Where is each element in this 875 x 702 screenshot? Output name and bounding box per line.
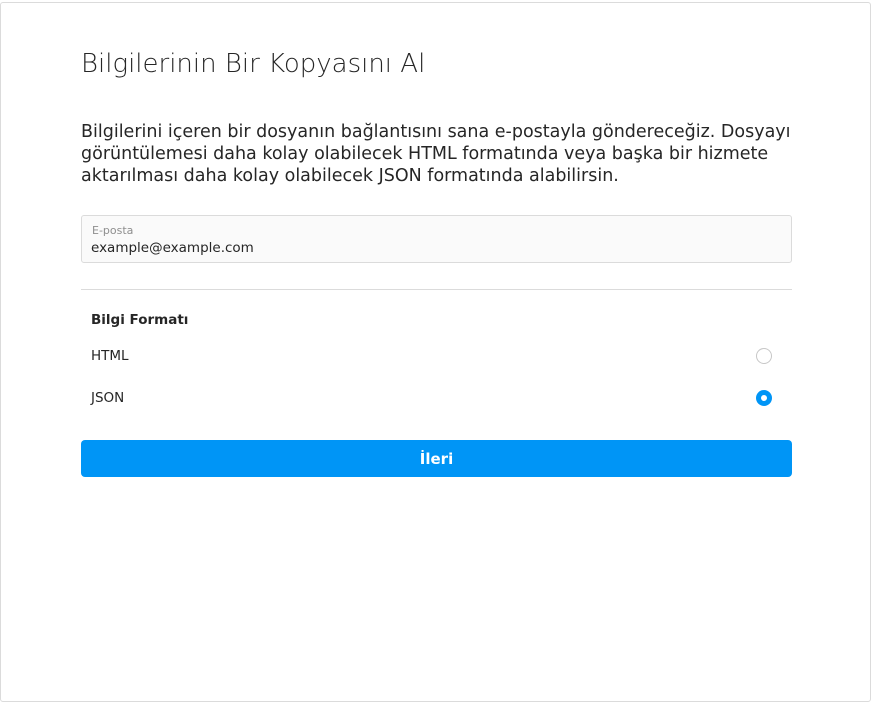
page-title: Bilgilerinin Bir Kopyasını Al: [81, 49, 426, 79]
email-field-label: E-posta: [92, 224, 134, 237]
radio-selected-icon[interactable]: [756, 390, 772, 406]
divider: [81, 289, 792, 290]
radio-unselected-icon[interactable]: [756, 348, 772, 364]
format-option-html[interactable]: HTML: [81, 338, 792, 374]
page-description: Bilgilerini içeren bir dosyanın bağlantı…: [81, 122, 791, 186]
format-option-label: JSON: [91, 390, 125, 406]
next-button[interactable]: İleri: [81, 440, 792, 477]
format-option-json[interactable]: JSON: [81, 380, 792, 416]
email-input[interactable]: [91, 239, 771, 257]
download-data-panel: Bilgilerinin Bir Kopyasını Al Bilgilerin…: [0, 2, 871, 702]
email-field[interactable]: E-posta: [81, 215, 792, 263]
format-option-label: HTML: [91, 348, 129, 364]
format-heading: Bilgi Formatı: [91, 312, 189, 328]
